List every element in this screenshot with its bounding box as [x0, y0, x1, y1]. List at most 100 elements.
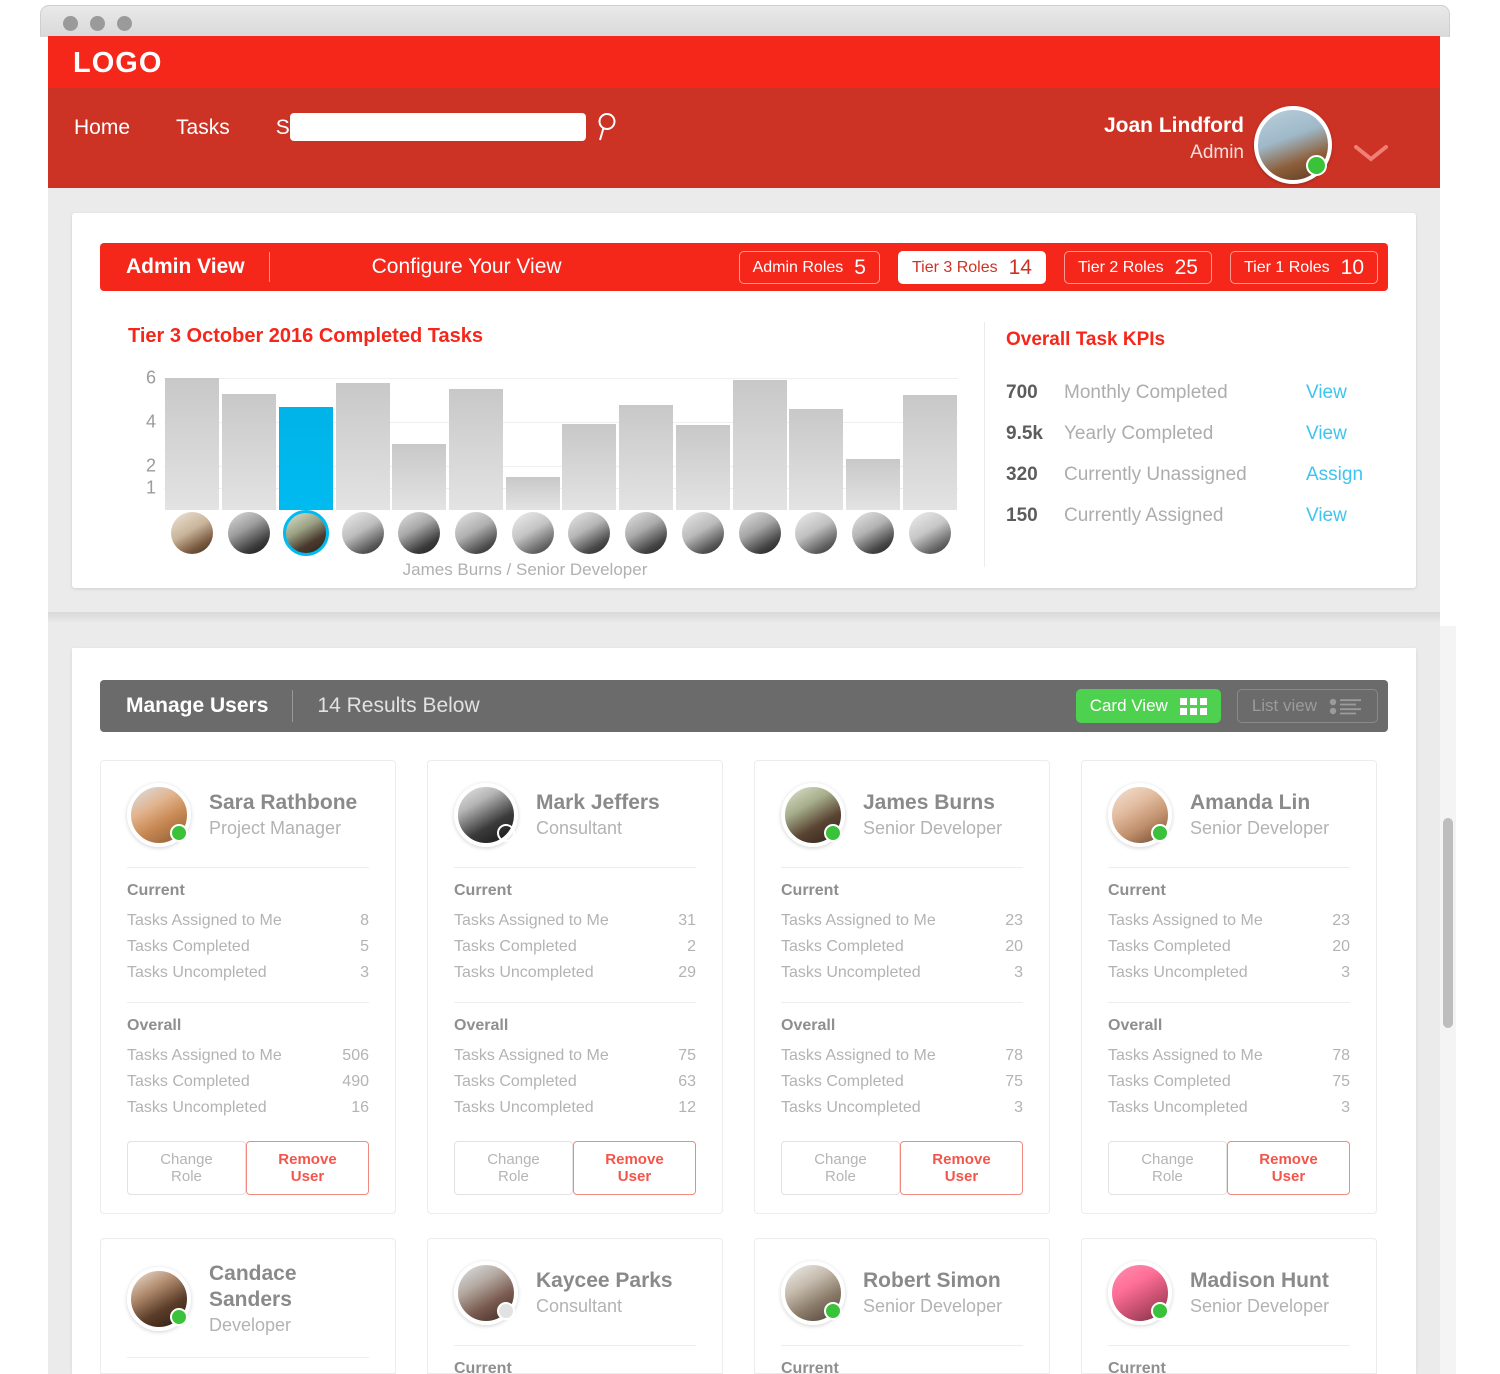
bar-slot[interactable]	[277, 365, 334, 510]
change-role-button[interactable]: Change Role	[1108, 1141, 1227, 1195]
avatar-slot[interactable]	[618, 512, 675, 556]
bar-slot[interactable]	[164, 365, 221, 510]
remove-user-button[interactable]: Remove User	[572, 1141, 696, 1195]
avatar-slot[interactable]	[731, 512, 788, 556]
bar[interactable]	[222, 393, 277, 510]
bar[interactable]	[448, 389, 503, 510]
user-card[interactable]: Robert Simon Senior Developer Current	[754, 1238, 1050, 1374]
bar[interactable]	[278, 406, 333, 510]
avatar[interactable]	[454, 783, 518, 847]
avatar[interactable]	[568, 512, 611, 554]
avatar[interactable]	[127, 783, 191, 847]
bar[interactable]	[505, 477, 560, 510]
user-card[interactable]: Kaycee Parks Consultant Current	[427, 1238, 723, 1374]
user-card[interactable]: Amanda Lin Senior Developer Current Tasks A…	[1081, 760, 1377, 1214]
user-card[interactable]: Mark Jeffers Consultant Current Tasks Assig…	[427, 760, 723, 1214]
maximize-icon[interactable]	[117, 16, 132, 31]
chip-tier1-roles[interactable]: Tier 1 Roles 10	[1229, 251, 1378, 284]
window-controls[interactable]	[63, 16, 132, 31]
chevron-down-icon[interactable]	[1354, 144, 1388, 162]
avatar[interactable]	[625, 512, 668, 554]
avatar-slot[interactable]	[448, 512, 505, 556]
user-card[interactable]: Candace Sanders Developer Current	[100, 1238, 396, 1374]
avatar[interactable]	[851, 512, 894, 554]
magnifier-icon[interactable]	[596, 112, 618, 142]
avatar[interactable]	[681, 512, 724, 554]
bar-slot[interactable]	[504, 365, 561, 510]
list-view-button[interactable]: List view	[1236, 689, 1378, 723]
avatar[interactable]	[341, 512, 384, 554]
avatar[interactable]	[454, 1261, 518, 1325]
avatar-slot[interactable]	[504, 512, 561, 556]
bar-slot[interactable]	[901, 365, 958, 510]
change-role-button[interactable]: Change Role	[781, 1141, 900, 1195]
change-role-button[interactable]: Change Role	[127, 1141, 246, 1195]
bar-slot[interactable]	[788, 365, 845, 510]
avatar[interactable]	[282, 510, 329, 556]
bar-slot[interactable]	[731, 365, 788, 510]
kpi-action-link[interactable]: View	[1306, 423, 1386, 445]
avatar[interactable]	[738, 512, 781, 554]
card-view-button[interactable]: Card View	[1075, 689, 1221, 723]
minimize-icon[interactable]	[90, 16, 105, 31]
avatar[interactable]	[1254, 106, 1332, 184]
avatar-slot[interactable]	[674, 512, 731, 556]
avatar[interactable]	[454, 512, 497, 554]
logo[interactable]: LOGO	[73, 47, 162, 80]
bar-slot[interactable]	[618, 365, 675, 510]
avatar[interactable]	[908, 512, 951, 554]
bar[interactable]	[845, 459, 900, 510]
chip-admin-roles[interactable]: Admin Roles 5	[738, 251, 880, 284]
user-card[interactable]: Madison Hunt Senior Developer Current	[1081, 1238, 1377, 1374]
remove-user-button[interactable]: Remove User	[245, 1141, 369, 1195]
bar-slot[interactable]	[674, 365, 731, 510]
user-info[interactable]: Joan Lindford Admin	[1104, 112, 1244, 166]
avatar[interactable]	[1108, 783, 1172, 847]
close-icon[interactable]	[63, 16, 78, 31]
change-role-button[interactable]: Change Role	[454, 1141, 573, 1195]
bar-slot[interactable]	[561, 365, 618, 510]
avatar[interactable]	[228, 512, 271, 554]
avatar[interactable]	[781, 783, 845, 847]
bar[interactable]	[165, 378, 220, 510]
search-input[interactable]	[290, 113, 586, 141]
avatar[interactable]	[1108, 1261, 1172, 1325]
avatar-slot[interactable]	[277, 510, 334, 556]
bar[interactable]	[562, 424, 617, 510]
bar[interactable]	[902, 394, 957, 510]
avatar-slot[interactable]	[391, 512, 448, 556]
avatar-slot[interactable]	[164, 512, 221, 556]
avatar[interactable]	[127, 1267, 191, 1331]
avatar[interactable]	[398, 512, 441, 554]
avatar-slot[interactable]	[334, 512, 391, 556]
avatar-slot[interactable]	[901, 512, 958, 556]
bar[interactable]	[619, 404, 674, 510]
chip-tier3-roles[interactable]: Tier 3 Roles 14	[897, 251, 1046, 284]
bar[interactable]	[732, 380, 787, 510]
remove-user-button[interactable]: Remove User	[899, 1141, 1023, 1195]
avatar[interactable]	[511, 512, 554, 554]
kpi-action-link[interactable]: View	[1306, 505, 1386, 527]
remove-user-button[interactable]: Remove User	[1226, 1141, 1350, 1195]
bar[interactable]	[335, 382, 390, 510]
scrollbar-thumb[interactable]	[1443, 818, 1453, 1028]
nav-home[interactable]: Home	[74, 116, 130, 140]
kpi-action-link[interactable]: Assign	[1306, 464, 1386, 486]
avatar[interactable]	[171, 512, 214, 554]
kpi-action-link[interactable]: View	[1306, 382, 1386, 404]
bar-slot[interactable]	[221, 365, 278, 510]
avatar-slot[interactable]	[788, 512, 845, 556]
bar-slot[interactable]	[448, 365, 505, 510]
bar[interactable]	[789, 408, 844, 510]
user-card[interactable]: Sara Rathbone Project Manager Current Tasks…	[100, 760, 396, 1214]
user-card[interactable]: James Burns Senior Developer Current Tasks …	[754, 760, 1050, 1214]
bar-slot[interactable]	[334, 365, 391, 510]
avatar-slot[interactable]	[561, 512, 618, 556]
bar[interactable]	[675, 425, 730, 510]
bar[interactable]	[392, 444, 447, 510]
avatar-slot[interactable]	[845, 512, 902, 556]
bar-slot[interactable]	[391, 365, 448, 510]
chip-tier2-roles[interactable]: Tier 2 Roles 25	[1063, 251, 1212, 284]
avatar[interactable]	[781, 1261, 845, 1325]
avatar[interactable]	[795, 512, 838, 554]
